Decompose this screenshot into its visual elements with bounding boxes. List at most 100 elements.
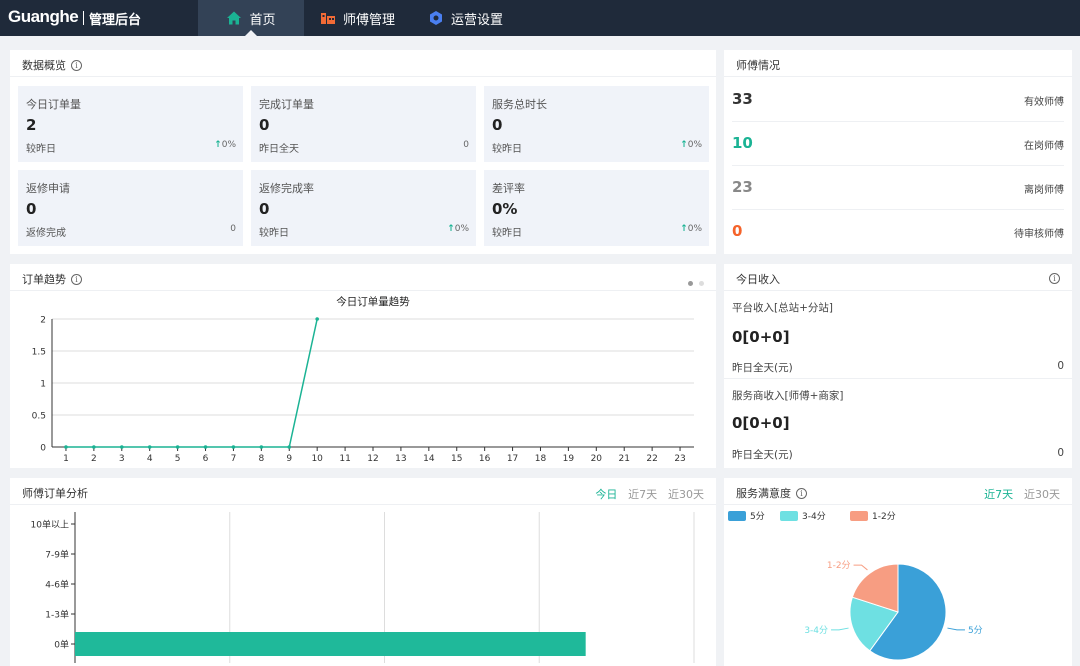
data-point [147,445,152,449]
stat-delta: ↑0% [214,140,236,150]
masters-row-pending[interactable]: 0 待审核师傅 [732,210,1064,254]
data-point [203,445,208,449]
x-tick-label: 18 [535,454,547,464]
active-nav-caret [245,30,257,36]
stat-delta: ↑0% [680,224,702,234]
x-tick-label: 4 [147,454,153,464]
carousel-dot[interactable] [699,281,704,286]
info-icon[interactable]: i [71,273,82,285]
stat-label: 完成订单量 [259,98,314,111]
x-tick-label: 9 [286,454,292,464]
x-tick-label: 10 [311,454,323,464]
master-order-analysis-panel: 师傅订单分析 今日 近7天 近30天 0单 1-3单 4-6单 7-9单 10单以上 [10,478,716,666]
panel-divider [10,290,716,291]
legend-label: 1-2分 [872,511,896,522]
masters-status-panel: 师傅情况 33 有效师傅 10 在岗师傅 23 离岗师傅 0 待审核师傅 [724,50,1072,254]
analysis-title: 师傅订单分析 [22,487,88,500]
income-divider [724,378,1072,379]
masters-label: 待审核师傅 [1014,229,1064,240]
data-overview-panel: 数据概览 i 今日订单量 2 较昨日 ↑0% 完成订单量 0 昨日全天 0 服务… [10,50,716,254]
stat-value: 2 [26,116,37,134]
carousel-dots[interactable] [688,275,704,289]
x-tick-label: 19 [563,454,575,464]
stat-foot: 昨日全天 [259,144,299,155]
panel-title: 服务满意度 i [736,485,807,501]
x-tick-label: 7 [231,454,237,464]
stat-delta-value: 0% [221,140,236,150]
x-tick-label: 16 [479,454,491,464]
stat-delta: 0 [230,224,236,234]
carousel-dot-active[interactable] [688,281,694,286]
top-navigation-bar: Guanghe 管理后台 首页 师傅管理 运营设置 [0,0,1080,36]
info-icon[interactable]: i [71,59,82,71]
nav-item-workers[interactable]: 师傅管理 [320,0,395,36]
stat-value: 0 [492,116,503,134]
chart-title: 今日订单量趋势 [336,295,410,308]
x-tick-label: 6 [203,454,209,464]
panel-title: 师傅情况 [736,57,780,73]
stat-foot: 较昨日 [492,228,522,239]
x-tick-label: 15 [451,454,462,464]
x-tick-label: 5 [175,454,181,464]
stat-value: 0% [492,200,518,218]
data-point [119,445,124,449]
platform-income-label: 平台收入[总站+分站] [732,302,833,314]
today-income-panel: 今日收入 i 平台收入[总站+分站] 0[0+0] 昨日全天(元) 0 服务商收… [724,264,1072,468]
panel-divider [724,290,1072,291]
y-tick-label: 0 [40,444,46,454]
panel-divider [10,504,716,505]
masters-row-off-duty[interactable]: 23 离岗师傅 [732,166,1064,210]
pie-label-line [853,564,868,571]
x-tick-label: 14 [423,454,435,464]
y-tick-label: 4-6单 [45,579,69,591]
masters-row-on-duty[interactable]: 10 在岗师傅 [732,122,1064,166]
x-tick-label: 2 [91,454,97,464]
service-income-value: 0[0+0] [732,414,790,432]
legend-item: 5分 [728,511,765,522]
tab-30-days[interactable]: 近30天 [668,488,704,501]
data-point [287,445,292,449]
stat-foot: 较昨日 [26,144,56,155]
masters-count: 10 [732,134,753,152]
tab-30-days[interactable]: 近30天 [1024,488,1060,501]
y-tick-label: 7-9单 [45,549,69,561]
legend-item: 3-4分 [780,511,826,522]
trend-title: 订单趋势 [22,273,66,286]
stat-delta-value: 0 [463,140,469,150]
y-tick-label: 10单以上 [31,519,69,531]
satisfaction-tabs: 近7天 近30天 [977,486,1060,502]
panel-title: 今日收入 [736,271,780,287]
x-tick-label: 13 [395,454,406,464]
data-point [315,317,319,321]
tab-7-days[interactable]: 近7天 [984,488,1013,501]
order-trend-line-chart: 今日订单量趋势00.511.521 2 3 4 5 6 7 8 9 10 11 12 13 14 15 16 1… [32,295,694,464]
platform-income-value: 0[0+0] [732,328,790,346]
x-tick-label: 20 [591,454,603,464]
nav-item-settings[interactable]: 运营设置 [428,0,503,36]
tab-today[interactable]: 今日 [595,488,617,501]
stat-card-repair-requests: 返修申请 0 返修完成 0 [18,170,243,246]
legend-swatch [728,511,746,521]
x-tick-label: 22 [646,454,657,464]
y-tick-label: 0.5 [32,412,46,422]
income-title: 今日收入 [736,273,780,286]
nav-label-settings: 运营设置 [451,12,504,28]
info-icon[interactable]: i [1049,273,1060,284]
legend-swatch [780,511,798,521]
x-tick-label: 21 [618,454,629,464]
masters-label: 离岗师傅 [1024,185,1064,196]
stat-delta: ↑0% [447,224,469,234]
service-satisfaction-panel: 服务满意度 i 近7天 近30天 5分 3-4分 1-2分 5分 3-4分 1-2分 [724,478,1072,666]
stat-foot: 较昨日 [259,228,289,239]
pie-label: 3-4分 [804,625,828,636]
data-point [64,445,68,449]
service-income-foot: 昨日全天(元) [732,449,793,461]
nav-item-home[interactable]: 首页 [198,0,304,36]
masters-row-valid[interactable]: 33 有效师傅 [732,78,1064,122]
x-tick-label: 17 [507,454,518,464]
stat-label: 差评率 [492,182,525,195]
stat-card-bad-review-rate: 差评率 0% 较昨日 ↑0% [484,170,709,246]
tab-7-days[interactable]: 近7天 [628,488,657,501]
nav-label-home: 首页 [249,12,276,28]
info-icon[interactable]: i [796,487,807,499]
